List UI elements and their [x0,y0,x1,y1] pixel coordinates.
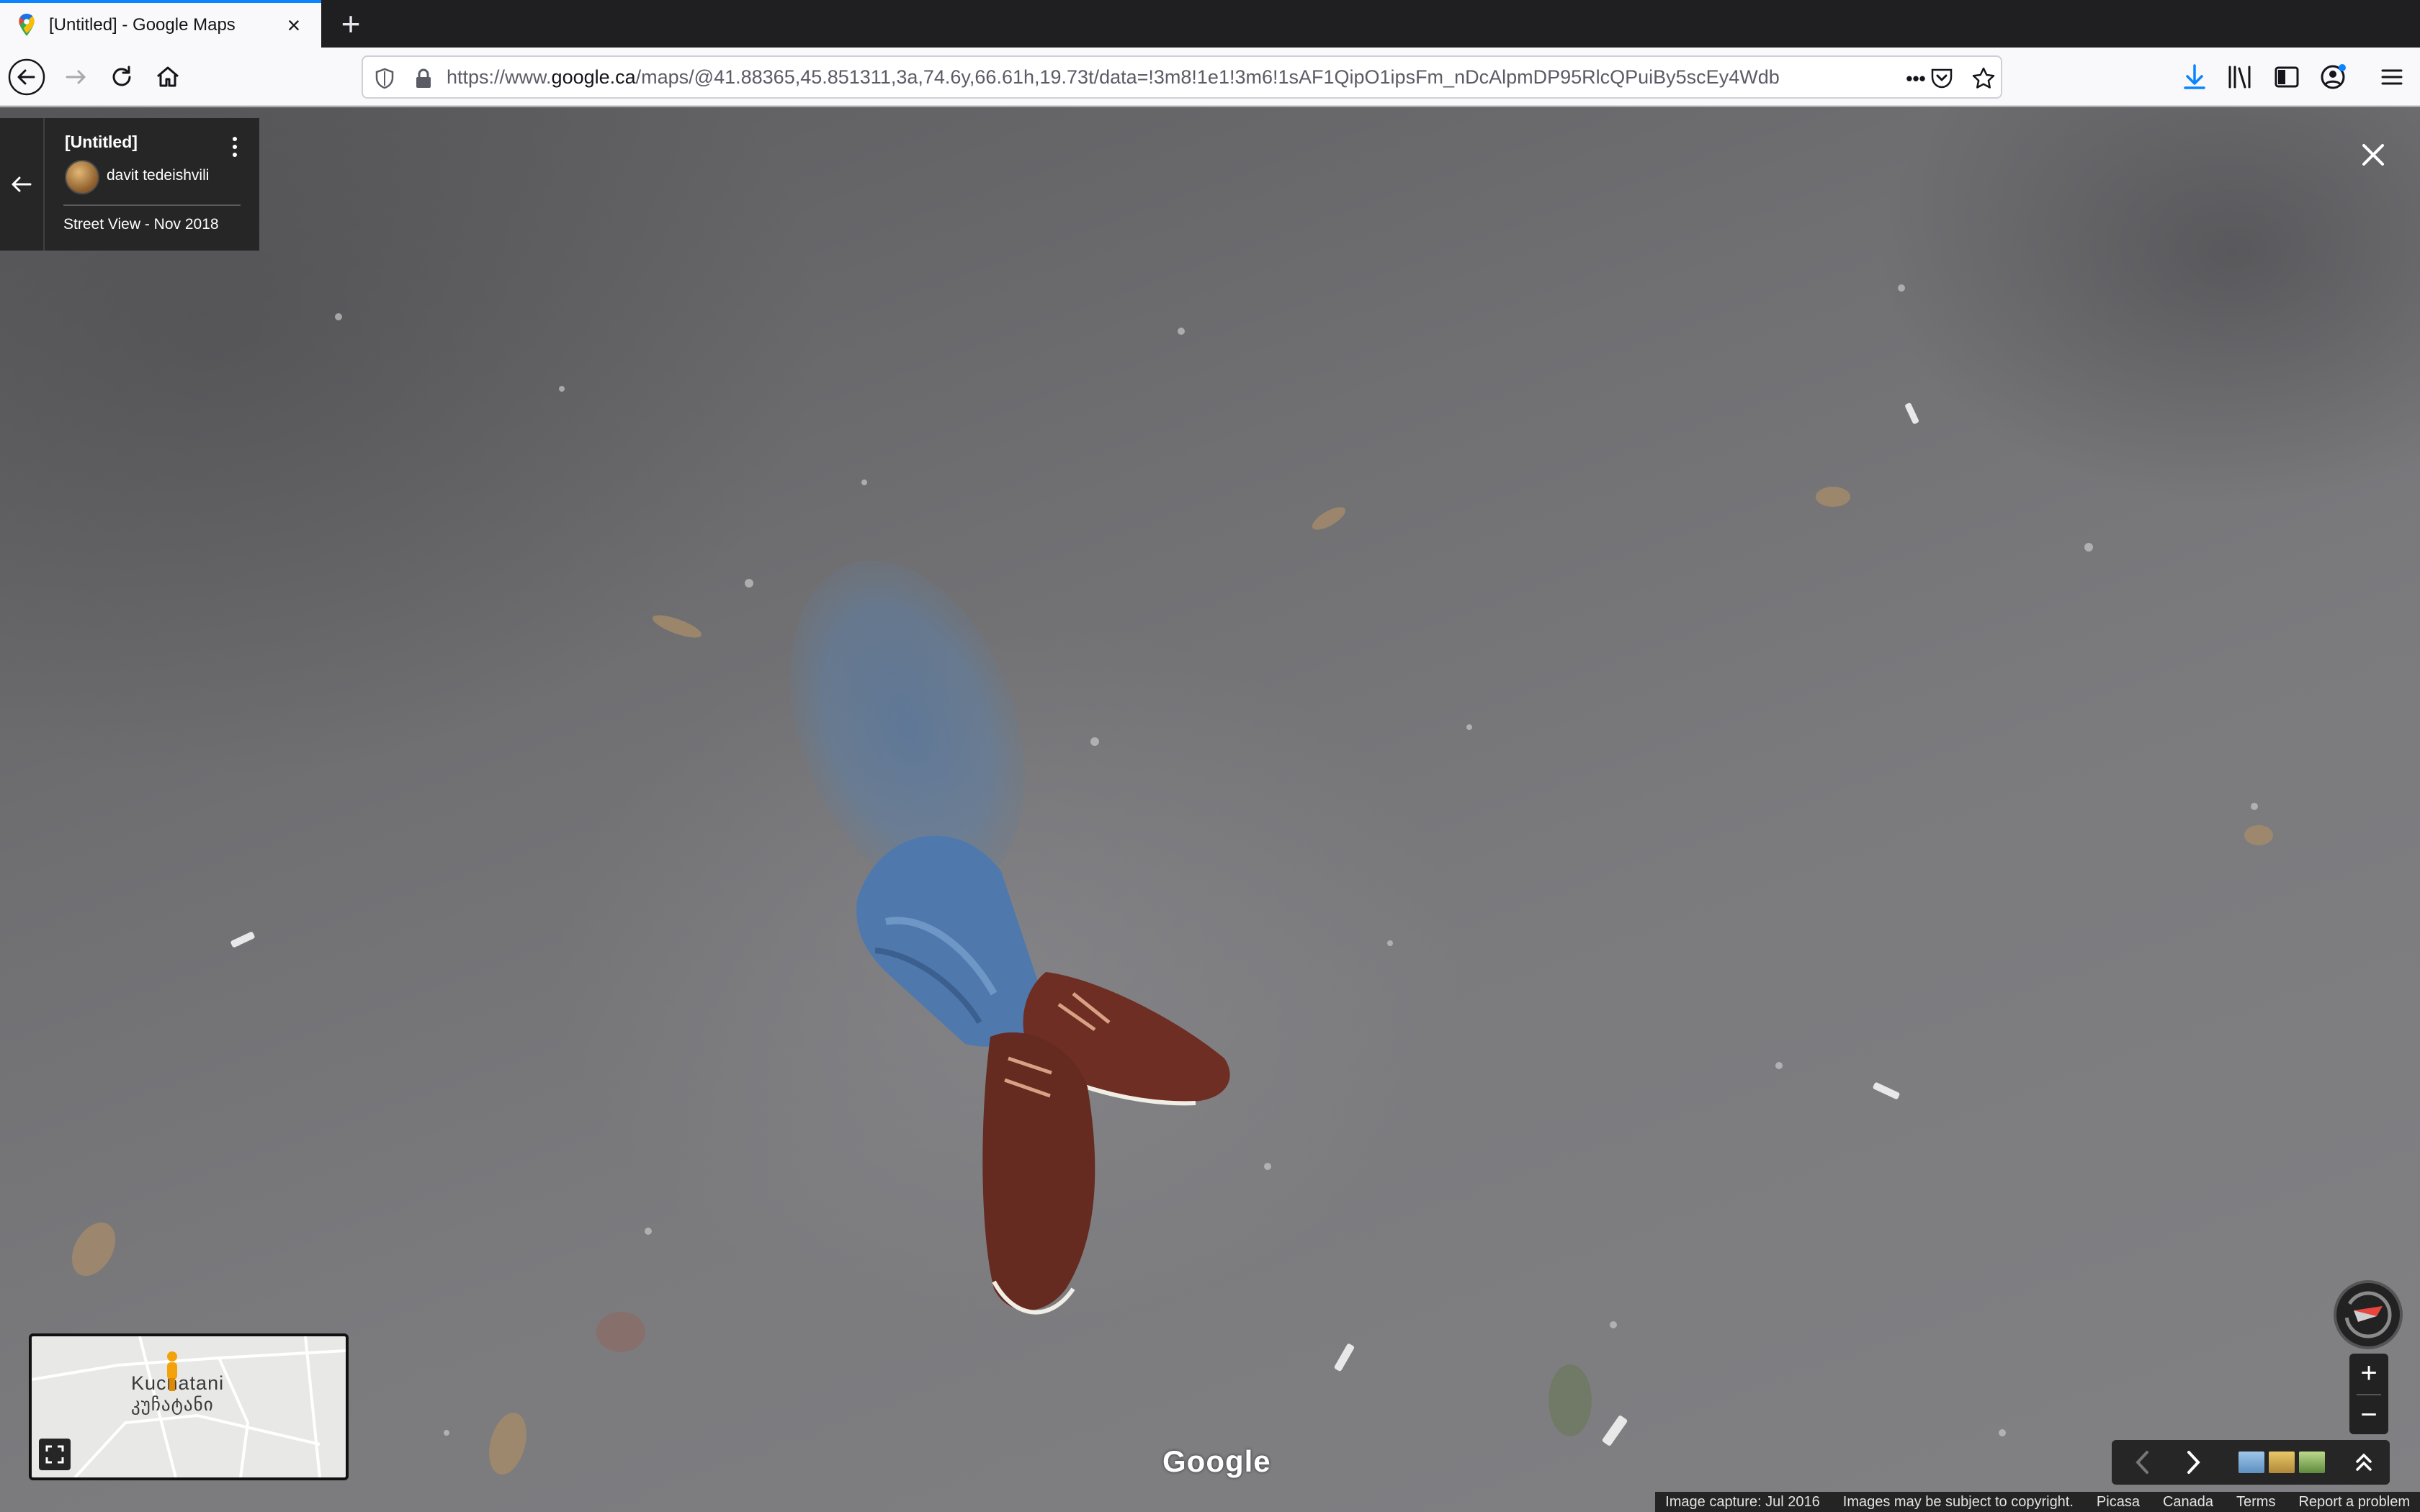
tab-active[interactable]: [Untitled] - Google Maps × [0,0,321,48]
more-vert-dot [233,145,237,149]
chevron-left-icon [2136,1451,2148,1474]
url-prefix: https://www. [447,66,552,88]
library-icon [2228,66,2251,89]
back-to-map-button[interactable] [0,118,45,251]
reload-icon [112,66,131,86]
street-view-panorama[interactable]: [Untitled] davit tedeishvili Street View… [0,108,2420,1512]
pegman-icon [167,1351,177,1391]
zoom-out-button[interactable]: − [2349,1395,2388,1436]
reload-button[interactable] [101,56,143,98]
photo-title: [Untitled] [65,132,138,151]
report-problem-link[interactable]: Report a problem [2298,1494,2410,1511]
photo-thumbnail[interactable] [2299,1452,2325,1473]
map-place-label-georgian: კუჩატანი [131,1395,214,1415]
terms-link[interactable]: Terms [2236,1494,2275,1511]
image-capture-date: Image capture: Jul 2016 [1665,1493,1820,1510]
photo-info-card: [Untitled] davit tedeishvili Street View… [0,118,259,251]
back-button[interactable] [6,56,48,98]
minimap[interactable]: Kuchatani კუჩატანი [29,1333,349,1480]
navigation-toolbar: https://www.google.ca/maps/@41.88365,45.… [0,48,2420,107]
account-button[interactable] [2312,56,2354,98]
next-photo-button[interactable] [2168,1440,2218,1485]
zoom-in-button[interactable]: + [2349,1354,2388,1394]
double-chevron-up-icon [2356,1453,2372,1471]
photo-thumbnail[interactable] [2269,1452,2295,1473]
expand-photos-button[interactable] [2342,1440,2385,1485]
tab-strip: [Untitled] - Google Maps × + [0,0,2420,48]
divider [63,204,241,206]
jeans-leg [789,560,1052,1047]
compass-icon [2344,1291,2392,1338]
zoom-control: + − [2349,1354,2388,1434]
forward-button[interactable] [55,56,97,98]
downloads-button[interactable] [2174,56,2215,98]
author-name[interactable]: davit tedeishvili [107,167,209,184]
account-icon [2321,64,2346,89]
copyright-notice: Images may be subject to copyright. [1842,1493,2074,1510]
sidebar-icon [2275,66,2299,88]
more-options-button[interactable] [225,131,245,163]
tab-title: [Untitled] - Google Maps [49,15,236,35]
photo-thumbnail[interactable] [2238,1452,2264,1473]
avatar[interactable] [65,160,99,194]
capture-date: Street View - Nov 2018 [63,216,219,233]
url-path: /maps/@41.88365,45.851311,3a,74.6y,66.61… [635,66,1780,88]
bookmark-star-icon[interactable] [1968,63,1999,94]
url-domain: google.ca [551,66,636,88]
home-button[interactable] [147,56,189,98]
hamburger-menu-icon [2381,69,2403,85]
sidebar-button[interactable] [2266,56,2308,98]
back-arrow-icon [8,58,45,96]
download-icon [2184,64,2205,89]
expand-map-button[interactable] [39,1439,71,1470]
close-tab-icon[interactable]: × [281,12,307,39]
country-link[interactable]: Canada [2163,1494,2213,1511]
new-tab-button[interactable]: + [333,6,369,42]
library-button[interactable] [2220,56,2262,98]
app-menu-button[interactable] [2371,56,2413,98]
ground-debris [235,284,2258,1436]
home-icon [157,66,179,87]
back-arrow-icon [12,176,32,192]
compass-button[interactable] [2334,1280,2403,1349]
pocket-icon[interactable] [1926,63,1958,94]
panorama-scene [71,284,2273,1475]
tracking-shield-icon[interactable] [369,63,400,94]
footer-bar: Image capture: Jul 2016 Images may be su… [1655,1492,2420,1512]
picasa-link[interactable]: Picasa [2097,1494,2140,1511]
address-bar[interactable]: https://www.google.ca/maps/@41.88365,45.… [362,55,2002,99]
photo-navigation-strip [2112,1440,2390,1485]
url-text[interactable]: https://www.google.ca/maps/@41.88365,45.… [447,57,1901,97]
google-watermark: Google [1162,1444,1271,1478]
close-icon [2362,144,2384,166]
previous-photo-button[interactable] [2118,1440,2168,1485]
more-vert-icon [233,137,237,141]
lock-icon[interactable] [408,63,439,94]
dry-leaves [71,487,2273,1475]
fullscreen-icon [45,1445,64,1464]
more-vert-dot [233,153,237,157]
chevron-right-icon [2187,1451,2200,1474]
forward-arrow-icon [66,70,86,84]
google-maps-favicon-icon [19,14,35,36]
close-street-view-button[interactable] [2355,137,2391,173]
